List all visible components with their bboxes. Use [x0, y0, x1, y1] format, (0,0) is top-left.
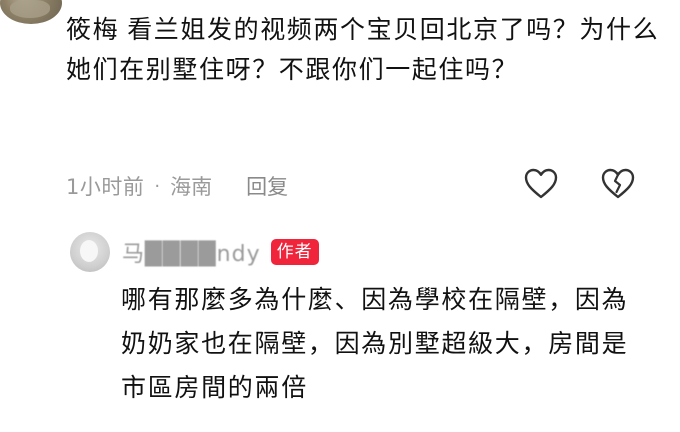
comment: 筱梅 看兰姐发的视频两个宝贝回北京了吗？为什么她们在别墅住呀？不跟你们一起住吗？ [66, 2, 672, 90]
comment-text: 看兰姐发的视频两个宝贝回北京了吗？为什么她们在别墅住呀？不跟你们一起住吗？ [66, 15, 660, 84]
heart-outline-icon[interactable] [523, 166, 559, 202]
comment-meta: 1小时前 · 海南 回复 [66, 168, 672, 204]
reply-username[interactable]: 马████ndy [122, 236, 261, 268]
comment-location: 海南 [170, 175, 213, 199]
author-badge: 作者 [270, 239, 319, 265]
reply-header: 马████ndy 作者 [122, 236, 319, 268]
reply-button[interactable]: 回复 [246, 171, 288, 201]
reply-body: 哪有那麼多為什麼、因為學校在隔壁，因為奶奶家也在隔壁，因為別墅超級大，房間是市區… [121, 285, 629, 402]
comment-time: 1小时前 [66, 175, 145, 199]
author-avatar[interactable] [70, 232, 110, 272]
commenter-avatar[interactable] [0, 0, 62, 24]
comment-body: 筱梅 看兰姐发的视频两个宝贝回北京了吗？为什么她们在别墅住呀？不跟你们一起住吗？ [66, 2, 672, 90]
comment-username[interactable]: 筱梅 [66, 15, 119, 44]
broken-heart-outline-icon[interactable] [600, 166, 636, 202]
meta-separator: · [154, 175, 161, 197]
